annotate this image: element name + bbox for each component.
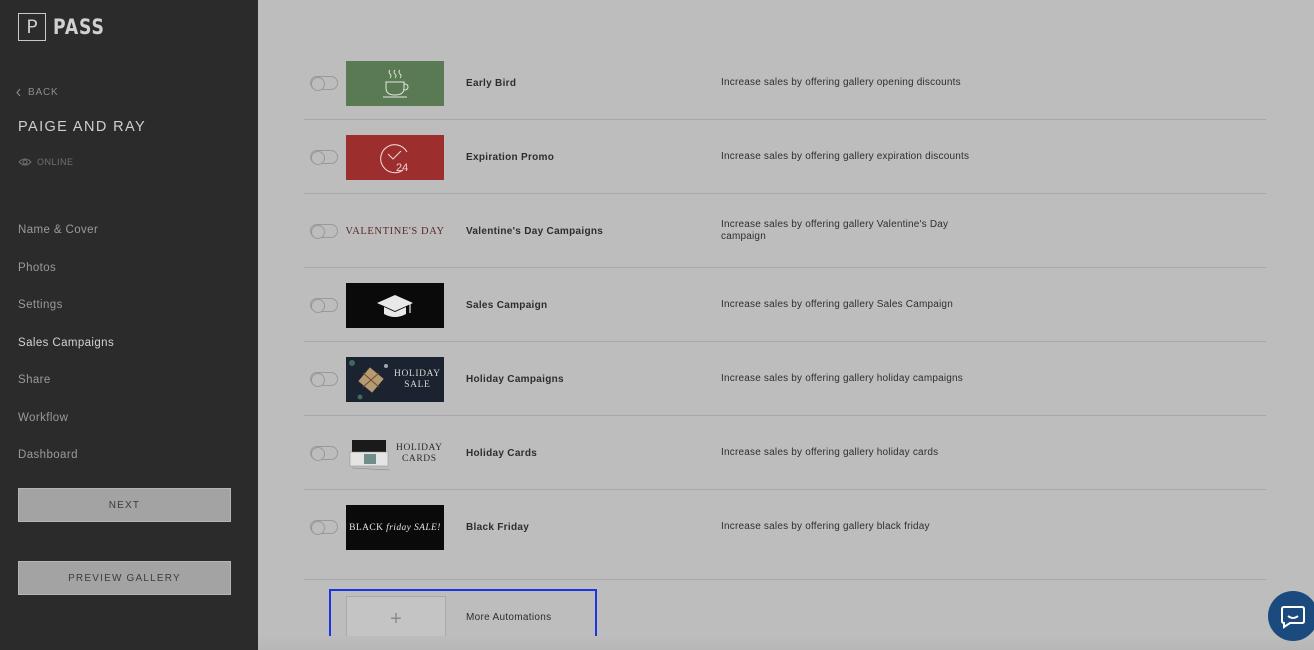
campaign-row: HOLIDAY CARDS Holiday Cards Increase sal… xyxy=(304,416,1266,490)
holiday-sale-image: HOLIDAY SALE xyxy=(346,357,444,402)
holiday-sale-line2: SALE xyxy=(404,379,431,390)
preview-gallery-button[interactable]: PREVIEW GALLERY xyxy=(18,561,231,595)
black-friday-image: BLACK friday SALE! xyxy=(346,505,444,550)
holiday-cards-image: HOLIDAY CARDS xyxy=(346,431,444,476)
campaign-title: Expiration Promo xyxy=(466,151,555,163)
campaign-title: Valentine's Day Campaigns xyxy=(466,225,604,237)
sidebar: P PASS BACK PAIGE AND RAY ONLINE Name & … xyxy=(0,0,258,650)
chat-icon xyxy=(1281,606,1305,629)
logo-text: PASS xyxy=(53,15,105,39)
campaign-list: Early Bird Increase sales by offering ga… xyxy=(258,0,1314,650)
holiday-cards-line2: CARDS xyxy=(401,453,437,464)
campaign-row: HOLIDAY SALE Holiday Campaigns Increase … xyxy=(304,342,1266,416)
gallery-title: PAIGE AND RAY xyxy=(18,119,147,135)
sidebar-item-settings[interactable]: Settings xyxy=(18,299,114,337)
holiday-sale-line1: HOLIDAY xyxy=(394,368,441,379)
graduation-cap-icon xyxy=(346,283,444,328)
campaign-title: Sales Campaign xyxy=(466,299,548,311)
campaign-description: Increase sales by offering gallery black… xyxy=(721,521,930,532)
sidebar-item-dashboard[interactable]: Dashboard xyxy=(18,449,114,487)
bottom-edge xyxy=(258,636,1314,650)
logo-mark: P xyxy=(18,13,46,41)
campaign-title: Early Bird xyxy=(466,77,517,89)
logo[interactable]: P PASS xyxy=(18,13,116,41)
sidebar-item-name-cover[interactable]: Name & Cover xyxy=(18,224,114,262)
holiday-cards-line1: HOLIDAY xyxy=(396,442,443,453)
valentines-thumb-label: VALENTINE'S DAY xyxy=(346,226,444,237)
campaign-row: Early Bird Increase sales by offering ga… xyxy=(304,46,1266,120)
eye-icon xyxy=(18,158,32,166)
status-label: ONLINE xyxy=(37,157,74,167)
campaign-title: Holiday Cards xyxy=(466,447,538,459)
sidebar-item-share[interactable]: Share xyxy=(18,374,114,412)
toggle-switch[interactable] xyxy=(310,298,338,313)
campaign-description: Increase sales by offering gallery openi… xyxy=(721,77,961,88)
chat-bubble-button[interactable] xyxy=(1268,591,1314,641)
next-button[interactable]: NEXT xyxy=(18,488,231,522)
toggle-switch[interactable] xyxy=(310,372,338,387)
campaign-description: Increase sales by offering gallery expir… xyxy=(721,151,970,162)
toggle-switch[interactable] xyxy=(310,520,338,535)
campaign-description: Increase sales by offering gallery Valen… xyxy=(721,219,949,242)
valentines-text: VALENTINE'S DAY xyxy=(346,209,444,254)
campaign-title: Holiday Campaigns xyxy=(466,373,564,385)
campaign-title: Black Friday xyxy=(466,521,530,533)
toggle-switch[interactable] xyxy=(310,76,338,91)
campaign-row: VALENTINE'S DAY Valentine's Day Campaign… xyxy=(304,194,1266,268)
black-friday-text: BLACK xyxy=(349,522,384,533)
sidebar-item-workflow[interactable]: Workflow xyxy=(18,412,114,450)
campaign-row: BLACK friday SALE! Black Friday Increase… xyxy=(304,490,1266,580)
back-label: BACK xyxy=(28,87,59,98)
toggle-switch[interactable] xyxy=(310,224,338,239)
campaign-description: Increase sales by offering gallery holid… xyxy=(721,373,964,384)
sidebar-item-sales-campaigns[interactable]: Sales Campaigns xyxy=(18,337,114,375)
sidebar-item-photos[interactable]: Photos xyxy=(18,262,114,300)
chevron-left-icon xyxy=(16,88,21,97)
campaign-description: Increase sales by offering gallery holid… xyxy=(721,447,939,458)
sidebar-nav: Name & Cover Photos Settings Sales Campa… xyxy=(18,224,114,487)
clock-24-icon: 24 xyxy=(346,135,444,180)
back-link[interactable]: BACK xyxy=(15,87,58,98)
campaign-row: 24 Expiration Promo Increase sales by of… xyxy=(304,120,1266,194)
gallery-status[interactable]: ONLINE xyxy=(18,157,74,167)
coffee-cup-icon xyxy=(346,61,444,106)
campaign-description: Increase sales by offering gallery Sales… xyxy=(721,299,953,310)
black-friday-italic-text: friday SALE! xyxy=(386,522,441,533)
toggle-switch[interactable] xyxy=(310,150,338,165)
campaign-row: Sales Campaign Increase sales by offerin… xyxy=(304,268,1266,342)
toggle-switch[interactable] xyxy=(310,446,338,461)
thumb-24-text: 24 xyxy=(396,162,408,174)
